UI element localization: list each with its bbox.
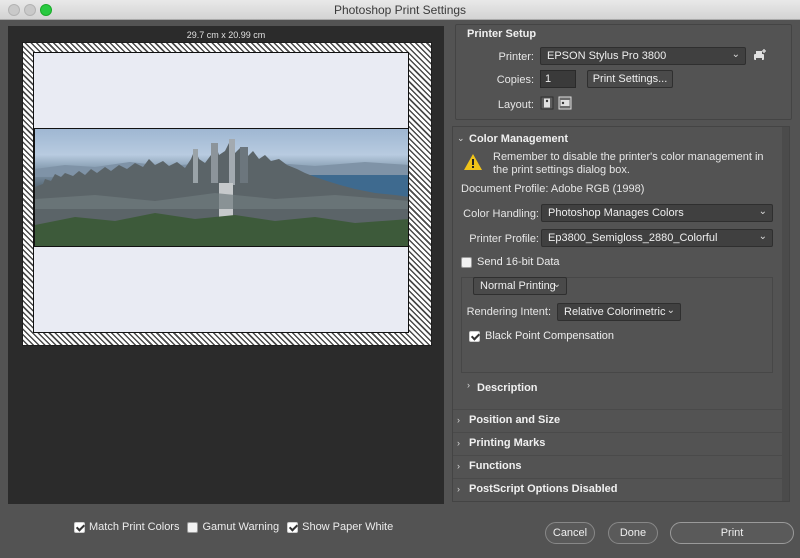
black-point-checkbox[interactable] <box>469 330 480 342</box>
send-16bit-option[interactable]: Send 16-bit Data <box>461 256 560 268</box>
settings-scroll-panel[interactable]: ⌄ Color Management Remember to disable t… <box>452 126 790 502</box>
printer-setup-title: Printer Setup <box>467 28 537 40</box>
copies-label: Copies: <box>496 74 534 86</box>
printer-select[interactable]: EPSON Stylus Pro 3800 ⌄ <box>540 47 746 65</box>
color-handling-label: Color Handling: <box>463 208 539 220</box>
rendering-intent-label: Rendering Intent: <box>466 306 551 318</box>
chevron-down-icon[interactable]: ⌄ <box>457 133 465 144</box>
chevron-down-icon: ⌄ <box>758 206 767 217</box>
chevron-down-icon: ⌄ <box>666 305 675 316</box>
print-preview: 29.7 cm x 20.99 cm <box>8 26 444 504</box>
chevron-right-icon: › <box>457 484 460 494</box>
print-button[interactable]: Print <box>670 522 794 544</box>
chevron-right-icon: › <box>457 415 460 425</box>
chevron-down-icon: ⌄ <box>552 279 561 290</box>
printer-profile-value: Ep3800_Semigloss_2880_Colorful <box>548 232 718 244</box>
done-button[interactable]: Done <box>608 522 658 544</box>
image-preview[interactable] <box>34 128 409 247</box>
paper-preview <box>22 42 432 346</box>
printer-profile-select[interactable]: Ep3800_Semigloss_2880_Colorful ⌄ <box>541 229 773 247</box>
black-point-label: Black Point Compensation <box>485 330 615 342</box>
gamut-warning-option[interactable]: Gamut Warning <box>187 521 279 533</box>
printer-label: Printer: <box>498 51 534 63</box>
portrait-layout-icon[interactable] <box>540 96 554 110</box>
rendering-intent-value: Relative Colorimetric <box>564 306 666 318</box>
printer-profile-label: Printer Profile: <box>469 233 539 245</box>
show-paper-white-option[interactable]: Show Paper White <box>287 521 393 533</box>
section-label: Functions <box>469 460 522 472</box>
print-mode-value: Normal Printing <box>480 280 556 292</box>
printer-value: EPSON Stylus Pro 3800 <box>547 50 667 62</box>
add-printer-icon[interactable] <box>753 48 767 62</box>
chevron-down-icon: ⌄ <box>758 231 767 242</box>
show-paper-white-checkbox[interactable] <box>287 521 299 533</box>
section-label: PostScript Options Disabled <box>469 483 618 495</box>
preview-options: Match Print Colors Gamut Warning Show Pa… <box>74 520 401 534</box>
warning-icon <box>464 154 482 170</box>
black-point-option[interactable]: Black Point Compensation <box>469 330 614 342</box>
match-print-colors-checkbox[interactable] <box>74 521 85 533</box>
chevron-down-icon: ⌄ <box>731 49 740 60</box>
city-panorama-image <box>35 139 408 246</box>
section-label: Printing Marks <box>469 437 546 449</box>
section-label: Position and Size <box>469 414 561 426</box>
description-label: Description <box>477 382 538 394</box>
settings-content: ⌄ Color Management Remember to disable t… <box>453 127 783 501</box>
send-16bit-checkbox[interactable] <box>461 256 472 268</box>
section-functions[interactable]: › Functions <box>453 455 783 477</box>
disable-color-management-warning: Remember to disable the printer's color … <box>493 151 764 176</box>
match-print-colors-option[interactable]: Match Print Colors <box>74 521 179 533</box>
description-row[interactable]: › Description <box>461 373 773 397</box>
section-printing-marks[interactable]: › Printing Marks <box>453 432 783 454</box>
printer-setup-panel: Printer Setup Printer: EPSON Stylus Pro … <box>455 24 792 120</box>
color-handling-value: Photoshop Manages Colors <box>548 207 684 219</box>
print-mode-select[interactable]: Normal Printing ⌄ <box>473 277 567 295</box>
gamut-warning-checkbox[interactable] <box>187 521 199 533</box>
rendering-intent-select[interactable]: Relative Colorimetric ⌄ <box>557 303 681 321</box>
page-dimensions: 29.7 cm x 20.99 cm <box>186 30 266 40</box>
title-bar: Photoshop Print Settings <box>0 0 800 20</box>
gamut-warning-label: Gamut Warning <box>202 521 280 533</box>
layout-label: Layout: <box>497 99 534 111</box>
match-print-colors-label: Match Print Colors <box>89 521 180 533</box>
copies-input[interactable]: 1 <box>540 70 576 88</box>
document-profile: Document Profile: Adobe RGB (1998) <box>461 183 645 195</box>
chevron-right-icon: › <box>467 380 470 390</box>
scrollbar[interactable] <box>782 127 789 501</box>
window-title: Photoshop Print Settings <box>333 3 467 17</box>
printable-area <box>33 52 409 333</box>
section-position-and-size[interactable]: › Position and Size <box>453 409 783 431</box>
color-management-title[interactable]: Color Management <box>469 133 568 145</box>
chevron-right-icon: › <box>457 461 460 471</box>
show-paper-white-label: Show Paper White <box>302 521 394 533</box>
section-postscript-options[interactable]: › PostScript Options Disabled <box>453 478 783 500</box>
landscape-layout-icon[interactable] <box>558 96 572 110</box>
cancel-button[interactable]: Cancel <box>545 522 595 544</box>
color-handling-select[interactable]: Photoshop Manages Colors ⌄ <box>541 204 773 222</box>
send-16bit-label: Send 16-bit Data <box>477 256 560 268</box>
chevron-right-icon: › <box>457 438 460 448</box>
print-settings-button[interactable]: Print Settings... <box>587 70 673 88</box>
